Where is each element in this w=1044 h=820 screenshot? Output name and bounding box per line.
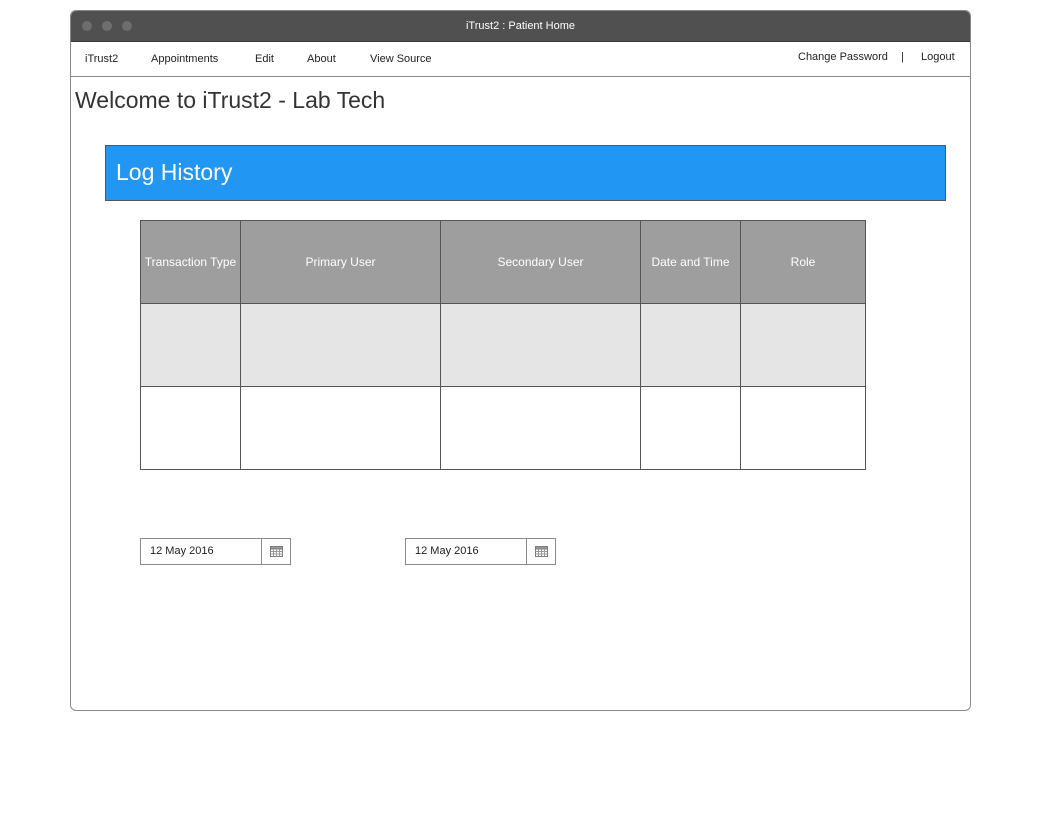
column-header-secondary-user[interactable]: Secondary User [440, 220, 641, 304]
nav-item-about[interactable]: About [307, 42, 336, 76]
end-date-calendar-button[interactable] [526, 539, 555, 564]
log-history-table: Transaction Type Primary User Secondary … [140, 220, 866, 470]
change-password-link[interactable]: Change Password [798, 42, 888, 72]
table-cell [440, 386, 641, 470]
nav-item-edit[interactable]: Edit [255, 42, 274, 76]
table-cell [240, 386, 441, 470]
column-header-transaction-type[interactable]: Transaction Type [140, 220, 241, 304]
window-title: iTrust2 : Patient Home [465, 20, 576, 32]
app-window: iTrust2 : Patient Home iTrust2 Appointme… [70, 10, 971, 711]
nav-item-appointments[interactable]: Appointments [151, 42, 218, 76]
column-header-primary-user[interactable]: Primary User [240, 220, 441, 304]
logout-link[interactable]: Logout [921, 42, 955, 72]
start-date-calendar-button[interactable] [261, 539, 290, 564]
nav-item-view-source[interactable]: View Source [370, 42, 432, 76]
table-cell [140, 303, 241, 387]
page-title: Welcome to iTrust2 - Lab Tech [75, 87, 386, 113]
table-cell [740, 386, 866, 470]
start-date-value[interactable]: 12 May 2016 [150, 539, 214, 564]
table-row[interactable] [140, 386, 866, 470]
start-date-picker[interactable]: 12 May 2016 [140, 538, 291, 565]
table-cell [640, 386, 741, 470]
table-cell [240, 303, 441, 387]
calendar-icon [270, 546, 283, 557]
nav-item-itrust2[interactable]: iTrust2 [85, 42, 118, 76]
table-header-row: Transaction Type Primary User Secondary … [140, 220, 866, 304]
column-header-role[interactable]: Role [740, 220, 866, 304]
end-date-picker[interactable]: 12 May 2016 [405, 538, 556, 565]
table-cell [440, 303, 641, 387]
table-row[interactable] [140, 303, 866, 387]
table-cell [640, 303, 741, 387]
table-cell [740, 303, 866, 387]
table-cell [140, 386, 241, 470]
nav-separator: | [901, 51, 904, 63]
top-navbar: iTrust2 Appointments Edit About View Sou… [71, 42, 970, 77]
log-history-title: Log History [116, 159, 233, 185]
calendar-icon [535, 546, 548, 557]
column-header-date-and-time[interactable]: Date and Time [640, 220, 741, 304]
window-titlebar: iTrust2 : Patient Home [71, 11, 970, 42]
end-date-value[interactable]: 12 May 2016 [415, 539, 479, 564]
log-history-header: Log History [105, 145, 946, 201]
